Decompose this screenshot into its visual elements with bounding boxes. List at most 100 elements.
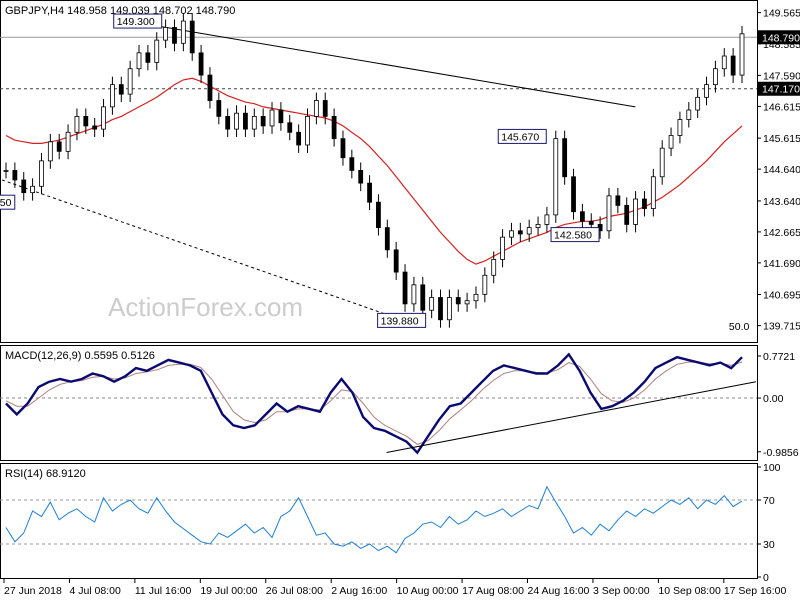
price-candle: [473, 286, 479, 309]
price-annotation: 50: [0, 197, 12, 209]
price-candle: [322, 92, 328, 125]
price-candle: [384, 219, 390, 258]
time-tick-label: 10 Aug 00:00: [397, 585, 459, 597]
time-tick-label: 2 Aug 16:00: [331, 585, 387, 597]
chart-canvas: ActionForex.com GBPJPY,H4 148.958 149.03…: [0, 0, 800, 597]
time-tick-label: 17 Aug 08:00: [462, 585, 524, 597]
price-candle: [163, 19, 169, 49]
price-candle: [21, 172, 27, 201]
price-candle: [420, 276, 426, 319]
time-tick-label: 24 Aug 16:00: [528, 585, 590, 597]
price-candle: [269, 102, 275, 134]
price-candle: [376, 194, 381, 236]
price-candle: [739, 25, 745, 84]
price-ytick-label: 142.665: [763, 227, 800, 239]
price-candle: [562, 130, 568, 185]
price-ytick-label: 147.590: [763, 70, 800, 82]
price-annotation: 145.670: [501, 131, 539, 143]
price-candle: [189, 13, 195, 61]
price-candle: [535, 216, 541, 236]
price-candle: [491, 251, 497, 284]
price-candle: [642, 191, 647, 217]
time-axis: 27 Jun 2018 4 Jul 08:00 11 Jul 16:00 19 Jul…: [3, 579, 787, 597]
price-candle: [659, 140, 665, 185]
price-ytick-label: 143.640: [763, 196, 800, 208]
price-candle: [30, 178, 36, 201]
price-ytick-label: 145.615: [763, 133, 800, 145]
price-candle: [393, 241, 399, 281]
price-ytick-label: 141.690: [763, 258, 800, 270]
price-candle: [677, 111, 683, 144]
rsi-pane-title: RSI(14) 68.9120: [5, 468, 86, 480]
price-candle: [500, 229, 505, 268]
price-candle: [712, 60, 718, 93]
price-candle: [730, 48, 736, 84]
price-candle: [464, 292, 470, 312]
rsi-layer: 100 70 30 0: [0, 462, 781, 584]
price-candle: [154, 32, 160, 71]
macd-ytick-label: 0.7721: [763, 351, 795, 363]
price-candle: [251, 108, 257, 138]
price-candle: [145, 44, 151, 71]
price-candle: [207, 67, 213, 109]
time-tick-label: 17 Sep 16:00: [724, 585, 787, 597]
price-candle: [118, 76, 124, 103]
macd-ytick-label: 0.00: [763, 393, 784, 405]
rsi-ytick-label: 0: [763, 572, 769, 584]
price-candle: [668, 127, 674, 157]
rsi-line: [5, 485, 743, 554]
price-candle: [704, 76, 709, 106]
watermark: ActionForex.com: [108, 292, 303, 322]
price-candle: [455, 289, 461, 312]
price-candle: [243, 105, 248, 138]
price-trendline: [137, 22, 636, 108]
time-tick-label: 4 Jul 08:00: [69, 585, 121, 597]
price-candle: [411, 276, 417, 312]
price-candle: [686, 102, 692, 128]
price-candle: [56, 133, 62, 160]
price-candle: [571, 168, 576, 220]
price-candle: [553, 130, 559, 223]
price-candle: [198, 44, 204, 84]
price-ytick-label: 144.640: [763, 164, 800, 176]
macd-ytick-label: -0.9856: [763, 447, 799, 459]
price-candle: [367, 175, 372, 211]
price-candle: [429, 289, 435, 319]
price-candle: [544, 206, 550, 233]
macd-layer: 0.7721 0.00 -0.9856: [0, 351, 799, 459]
rsi-pane-frame: [0, 463, 758, 579]
price-candle: [39, 152, 44, 195]
price-candle: [482, 267, 488, 303]
time-tick-label: 27 Jun 2018: [4, 585, 62, 597]
price-candle: [695, 89, 701, 118]
price-candle: [101, 98, 106, 138]
price-candle: [624, 197, 630, 233]
price-candle: [172, 19, 177, 52]
price-ytick-label: 146.615: [763, 101, 800, 113]
rsi-ytick-label: 100: [763, 462, 781, 474]
price-candle: [74, 108, 80, 141]
price-ytick-label: 139.715: [763, 321, 800, 333]
price-candle: [509, 222, 514, 246]
price-candle: [331, 108, 337, 147]
price-candle: [517, 222, 523, 242]
price-candle: [287, 114, 293, 141]
price-candle: [438, 289, 443, 328]
price-candle: [349, 149, 355, 179]
time-tick-label: 19 Jul 00:00: [200, 585, 257, 597]
price-annotation: 149.300: [117, 16, 155, 28]
price-candle: [606, 187, 612, 239]
price-candle: [136, 44, 142, 77]
reference-level-label: 147.170: [762, 84, 800, 96]
price-candle: [127, 60, 133, 103]
price-candle: [650, 168, 656, 217]
time-tick-label: 11 Jul 16:00: [135, 585, 192, 597]
price-candle: [278, 102, 284, 131]
price-candle: [216, 92, 222, 125]
price-candle: [3, 162, 9, 179]
time-tick-label: 3 Sep 00:00: [593, 585, 650, 597]
price-candle: [225, 108, 231, 138]
price-candle: [65, 124, 71, 160]
price-ytick-label: 140.695: [763, 289, 800, 301]
price-candle: [340, 130, 346, 166]
